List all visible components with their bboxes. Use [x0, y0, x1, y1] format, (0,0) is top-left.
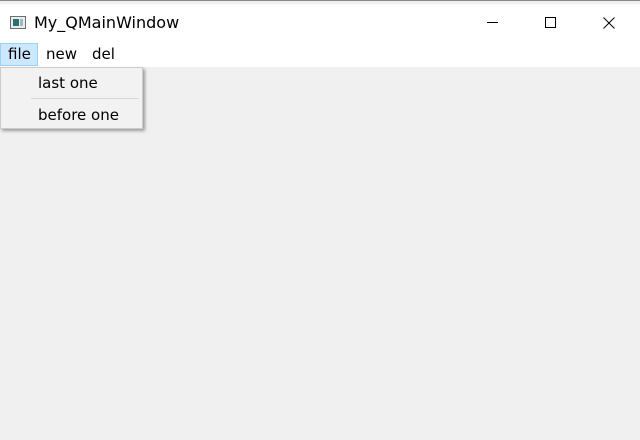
- menu-bar: file new del: [0, 42, 640, 67]
- app-window-icon: [10, 16, 26, 29]
- menu-item-last-one[interactable]: last one: [2, 70, 142, 96]
- file-menu-dropdown: last one before one: [0, 67, 143, 129]
- close-icon: [603, 17, 615, 29]
- menu-item-before-one[interactable]: before one: [2, 102, 142, 128]
- maximize-button[interactable]: [522, 4, 580, 42]
- maximize-icon: [545, 17, 556, 28]
- close-button[interactable]: [580, 4, 638, 42]
- minimize-icon: [487, 22, 498, 23]
- menu-del[interactable]: del: [85, 43, 122, 66]
- menu-new[interactable]: new: [39, 43, 84, 66]
- window-title: My_QMainWindow: [34, 13, 180, 32]
- main-window: My_QMainWindow file new del last one bef…: [0, 0, 640, 440]
- menu-file[interactable]: file: [0, 43, 38, 66]
- title-bar[interactable]: My_QMainWindow: [0, 4, 640, 42]
- menu-separator: [31, 98, 139, 99]
- minimize-button[interactable]: [464, 4, 522, 42]
